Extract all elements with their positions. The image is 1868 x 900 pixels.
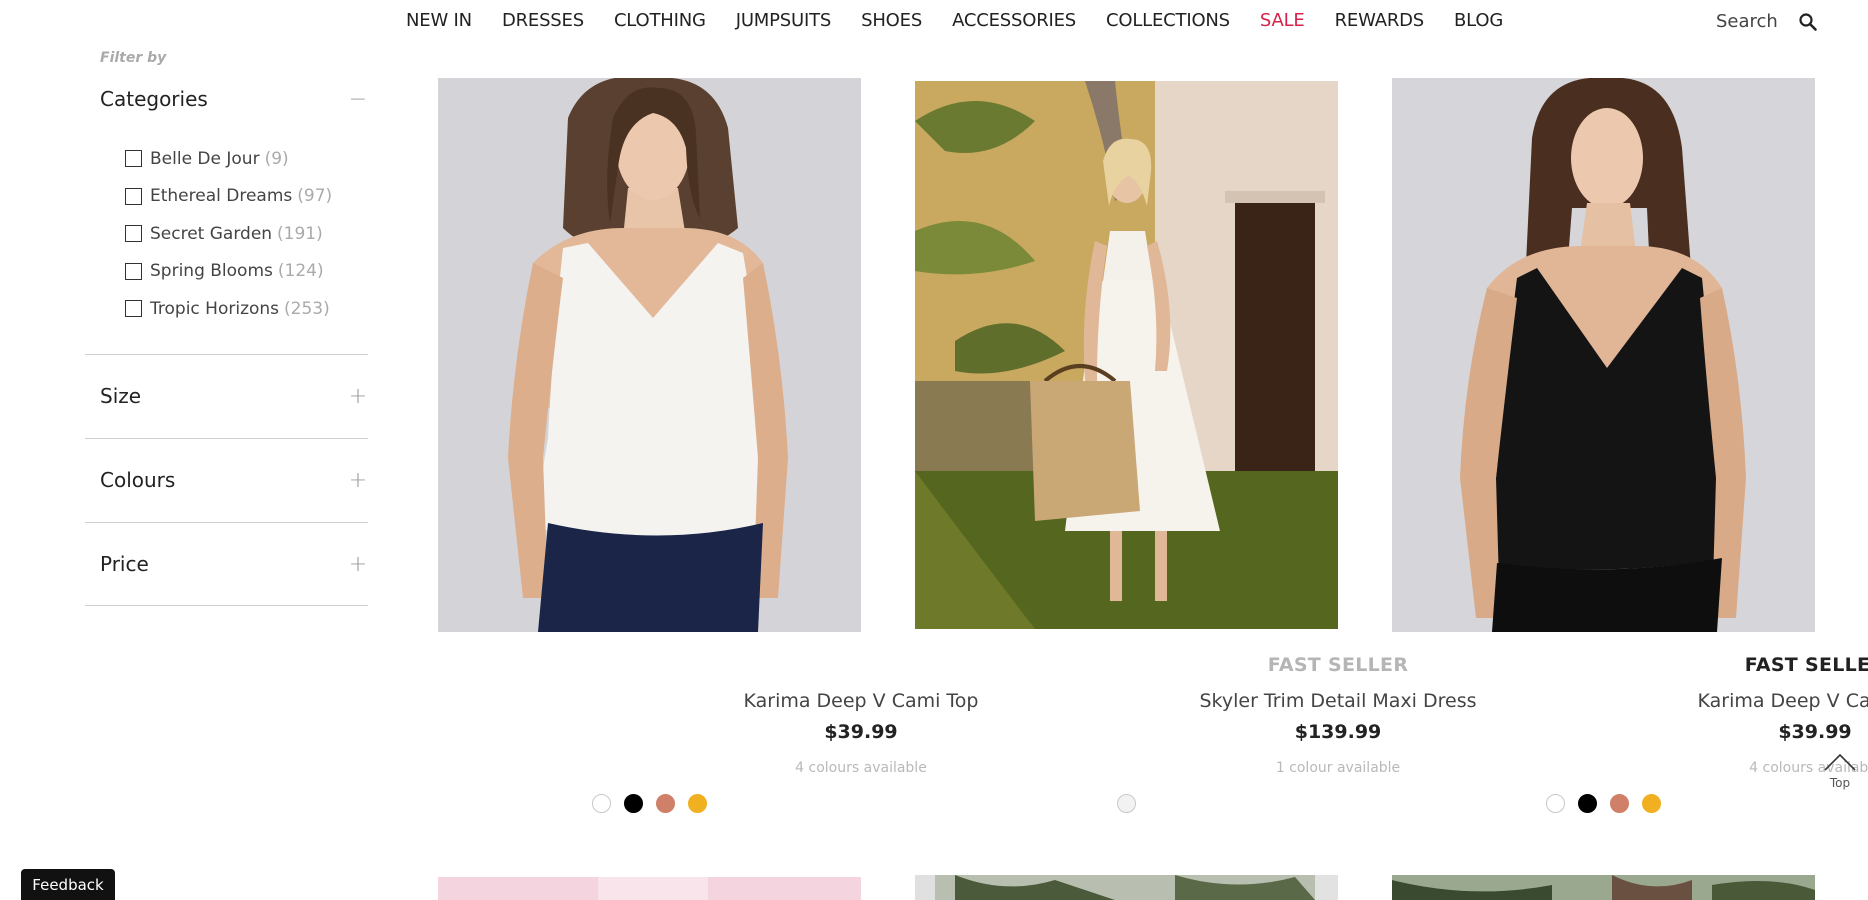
- top-navigation: NEW IN DRESSES CLOTHING JUMPSUITS SHOES …: [0, 0, 1868, 44]
- category-option[interactable]: Secret Garden (191): [125, 215, 332, 253]
- product-photo-partial: [1392, 875, 1815, 900]
- category-list: Belle De Jour (9) Ethereal Dreams (97) S…: [125, 140, 332, 328]
- product-photo-black-cami: [1392, 78, 1815, 632]
- category-option[interactable]: Tropic Horizons (253): [125, 290, 332, 328]
- nav-clothing[interactable]: CLOTHING: [599, 10, 721, 31]
- product-photo-partial: [915, 875, 1338, 900]
- search-link[interactable]: Search: [1716, 11, 1778, 32]
- expand-icon[interactable]: +: [348, 468, 368, 493]
- product-name[interactable]: Skyler Trim Detail Maxi Dress: [1127, 690, 1550, 712]
- filter-by-label: Filter by: [100, 50, 167, 66]
- swatch-white[interactable]: [1546, 794, 1565, 813]
- swatch-black[interactable]: [1578, 794, 1597, 813]
- product-image[interactable]: [438, 78, 861, 632]
- nav-sale[interactable]: SALE: [1245, 10, 1320, 31]
- main-menu: NEW IN DRESSES CLOTHING JUMPSUITS SHOES …: [406, 10, 1518, 31]
- nav-collections[interactable]: COLLECTIONS: [1091, 10, 1245, 31]
- nav-shoes[interactable]: SHOES: [846, 10, 937, 31]
- divider: [85, 522, 368, 523]
- product-image[interactable]: [1392, 875, 1815, 900]
- product-image[interactable]: [1392, 78, 1815, 632]
- nav-rewards[interactable]: REWARDS: [1320, 10, 1439, 31]
- divider: [85, 354, 368, 355]
- product-price: $39.99: [1778, 721, 1852, 743]
- nav-blog[interactable]: BLOG: [1439, 10, 1518, 31]
- product-photo-white-cami: [438, 78, 861, 632]
- colours-available: 1 colour available: [1275, 760, 1401, 776]
- category-option[interactable]: Spring Blooms (124): [125, 253, 332, 291]
- size-facet-header[interactable]: Size +: [100, 381, 368, 411]
- product-name[interactable]: Karima Deep V Cami Top: [650, 690, 1073, 712]
- category-checkbox[interactable]: [125, 150, 142, 168]
- category-checkbox[interactable]: [125, 225, 142, 243]
- search-icon[interactable]: [1798, 12, 1818, 32]
- product-name[interactable]: Karima Deep V Cami Top: [1604, 690, 1868, 712]
- category-label: Tropic Horizons: [150, 298, 280, 319]
- colour-swatches: [1392, 794, 1815, 813]
- colour-swatches: [438, 794, 861, 813]
- collapse-icon[interactable]: −: [348, 87, 368, 112]
- category-label: Belle De Jour: [150, 148, 260, 169]
- product-image[interactable]: [915, 81, 1338, 629]
- swatch-mustard[interactable]: [1642, 794, 1661, 813]
- swatch-black[interactable]: [624, 794, 643, 813]
- category-checkbox[interactable]: [125, 262, 142, 280]
- category-option[interactable]: Belle De Jour (9): [125, 140, 332, 178]
- back-to-top-label: Top: [1829, 776, 1851, 790]
- category-label: Secret Garden: [150, 223, 273, 244]
- category-option[interactable]: Ethereal Dreams (97): [125, 178, 332, 216]
- nav-accessories[interactable]: ACCESSORIES: [937, 10, 1091, 31]
- swatch-rust[interactable]: [656, 794, 675, 813]
- divider: [85, 605, 368, 606]
- product-photo-maxi-dress: [915, 81, 1338, 629]
- colours-available: 4 colours available: [795, 760, 927, 776]
- colours-facet-header[interactable]: Colours +: [100, 465, 368, 495]
- colours-facet-title: Colours: [100, 468, 176, 492]
- size-facet-title: Size: [100, 384, 142, 408]
- price-facet-header[interactable]: Price +: [100, 549, 368, 579]
- categories-facet-header[interactable]: Categories −: [100, 84, 368, 114]
- nav-jumpsuits[interactable]: JUMPSUITS: [721, 10, 846, 31]
- feedback-button[interactable]: Feedback: [21, 869, 115, 900]
- category-label: Ethereal Dreams: [150, 186, 293, 207]
- chevron-up-icon: [1824, 753, 1856, 771]
- back-to-top-button[interactable]: Top: [1819, 752, 1861, 790]
- swatch-ivory[interactable]: [1117, 794, 1136, 813]
- category-checkbox[interactable]: [125, 300, 142, 318]
- product-photo-partial: [438, 877, 861, 900]
- nav-new-in[interactable]: NEW IN: [406, 10, 487, 31]
- colour-swatches: [915, 794, 1338, 813]
- category-count: (9): [264, 148, 289, 169]
- swatch-rust[interactable]: [1610, 794, 1629, 813]
- product-image[interactable]: [915, 875, 1338, 900]
- category-count: (191): [277, 223, 323, 244]
- swatch-mustard[interactable]: [688, 794, 707, 813]
- swatch-white[interactable]: [592, 794, 611, 813]
- expand-icon[interactable]: +: [348, 384, 368, 409]
- nav-dresses[interactable]: DRESSES: [487, 10, 599, 31]
- category-checkbox[interactable]: [125, 187, 142, 205]
- price-facet-title: Price: [100, 552, 149, 576]
- category-label: Spring Blooms: [150, 261, 273, 282]
- expand-icon[interactable]: +: [348, 552, 368, 577]
- product-price: $139.99: [1294, 721, 1382, 743]
- categories-facet-title: Categories: [100, 87, 208, 111]
- product-badge: FAST SELLER: [1267, 654, 1409, 676]
- product-price: $39.99: [824, 721, 898, 743]
- category-count: (124): [277, 261, 324, 282]
- divider: [85, 438, 368, 439]
- category-count: (253): [284, 298, 330, 319]
- category-count: (97): [297, 186, 333, 207]
- product-image[interactable]: [438, 877, 861, 900]
- product-badge: FAST SELLER: [1744, 654, 1868, 676]
